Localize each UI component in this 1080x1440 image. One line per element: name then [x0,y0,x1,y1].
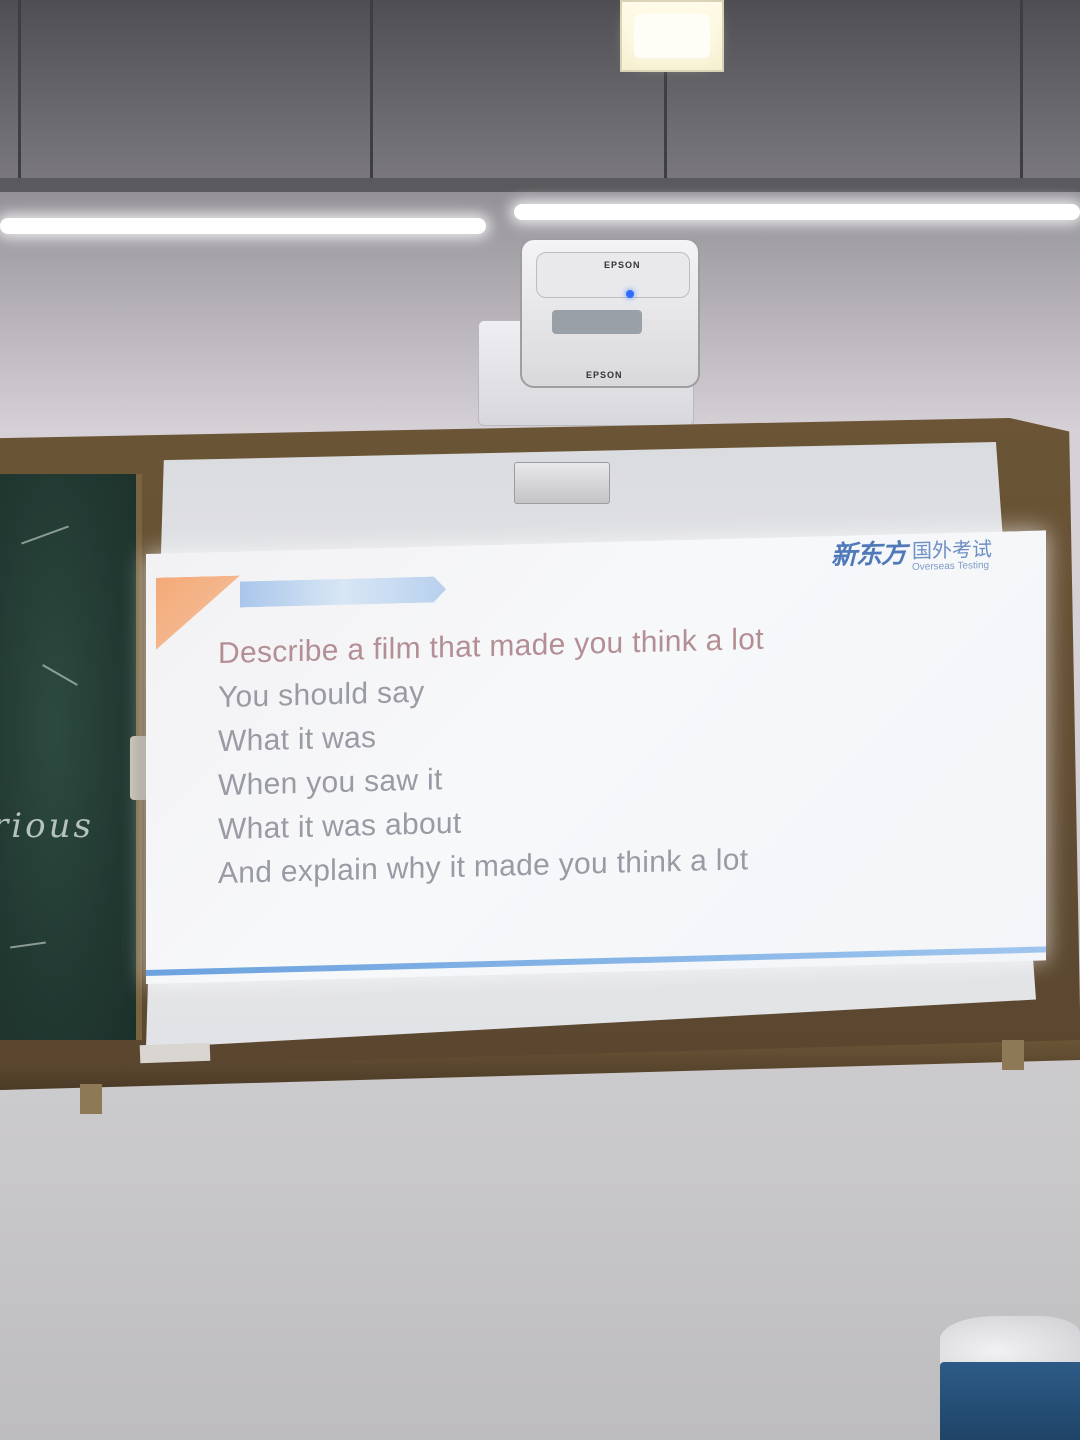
chalkboard [0,474,142,1040]
trash-bin [940,1362,1080,1440]
projector-brand: EPSON [604,260,641,270]
screen-sensor [514,462,610,504]
ceiling-seam [18,0,21,190]
wall-light-right [514,204,1080,220]
projected-slide: 新东方 国外考试 Overseas Testing Describe a fil… [146,530,1046,984]
chalkboard-text: rious [0,806,94,846]
ceiling [0,0,1080,192]
power-led-icon [626,290,634,298]
ceiling-rail [0,178,1080,192]
slide-logo: 新东方 国外考试 Overseas Testing [830,536,992,582]
logo-subtitle-cn: 国外考试 [912,536,992,563]
logo-subtitle: 国外考试 Overseas Testing [912,536,992,573]
projector-lens [552,310,642,334]
wall-light-left [0,218,486,234]
tray-bracket [1002,1040,1024,1070]
logo-subtitle-en: Overseas Testing [912,559,990,573]
projector: EPSON EPSON [520,238,700,388]
chalk-mark [42,664,78,686]
slide-title-banner [240,576,446,607]
chalk-mark [21,525,69,545]
slide-text-lines: Describe a film that made you think a lo… [218,618,764,896]
ceiling-seam [1020,0,1023,190]
ceiling-light [620,0,724,72]
projector-top [536,252,690,298]
chalk-mark [10,941,46,949]
ceiling-seam [370,0,373,190]
tray-bracket [80,1084,102,1114]
projector-brand-front: EPSON [586,370,623,380]
logo-brand-text: 新东方 [830,539,906,572]
paper-scrap [139,1042,211,1064]
